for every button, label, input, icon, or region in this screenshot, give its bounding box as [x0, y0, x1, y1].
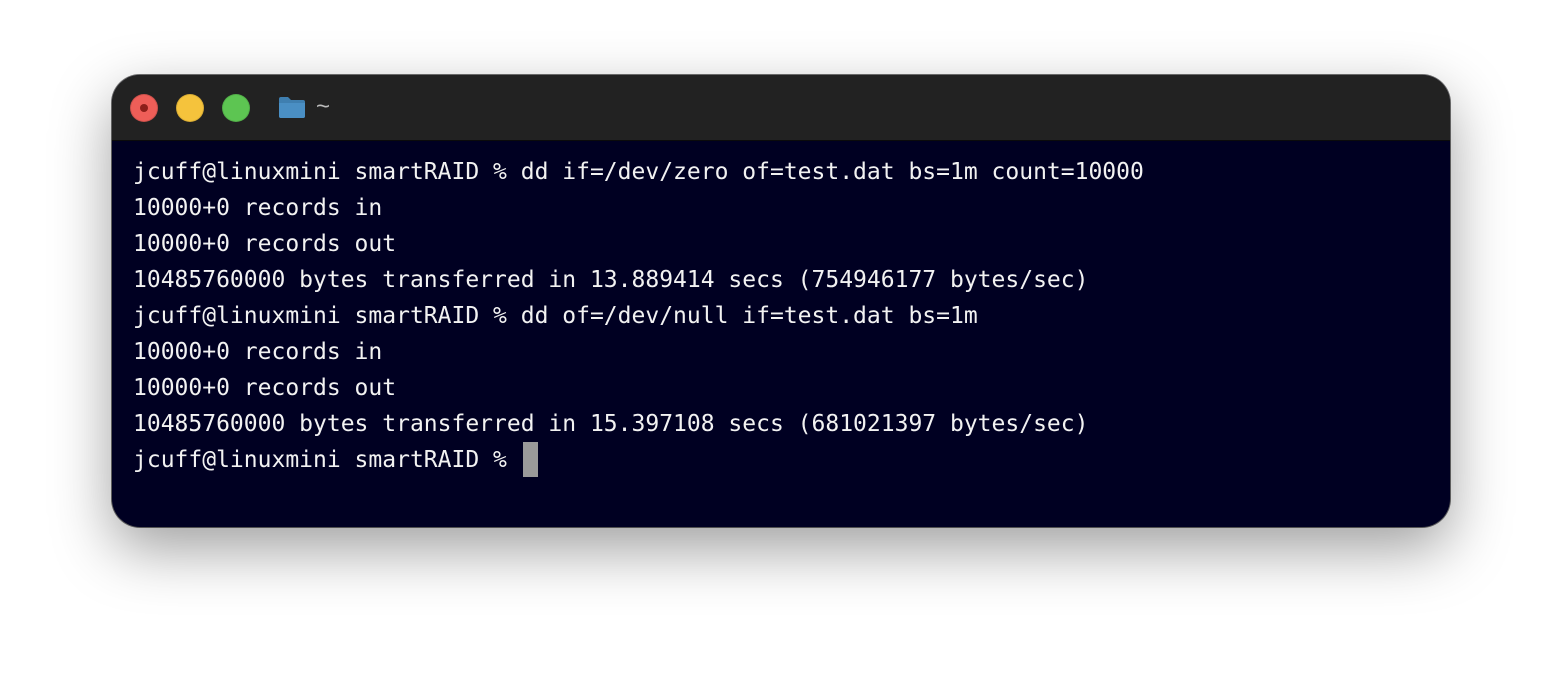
- terminal-line: jcuff@linuxmini smartRAID % dd of=/dev/n…: [133, 303, 978, 329]
- text-cursor: [522, 442, 538, 477]
- folder-icon: [279, 97, 305, 118]
- prompt-line[interactable]: jcuff@linuxmini smartRAID %: [133, 442, 1440, 478]
- terminal-line: 10000+0 records out: [133, 375, 397, 401]
- shell-prompt: jcuff@linuxmini smartRAID %: [133, 447, 521, 473]
- window-title: ~: [316, 93, 331, 120]
- terminal-line: 10485760000 bytes transferred in 13.8894…: [133, 267, 1089, 293]
- terminal-line: 10485760000 bytes transferred in 15.3971…: [133, 411, 1089, 437]
- zoom-button[interactable]: [222, 94, 250, 122]
- terminal-line: 10000+0 records in: [133, 195, 383, 221]
- terminal-line: 10000+0 records out: [133, 231, 397, 257]
- terminal-line: 10000+0 records in: [133, 339, 383, 365]
- title-bar[interactable]: ~: [112, 75, 1450, 141]
- terminal-window: ~ jcuff@linuxmini smartRAID % dd if=/dev…: [112, 75, 1450, 527]
- terminal-output[interactable]: jcuff@linuxmini smartRAID % dd if=/dev/z…: [133, 154, 1440, 517]
- terminal-line: jcuff@linuxmini smartRAID % dd if=/dev/z…: [133, 159, 1144, 185]
- minimize-button[interactable]: [176, 94, 204, 122]
- close-button[interactable]: [130, 94, 158, 122]
